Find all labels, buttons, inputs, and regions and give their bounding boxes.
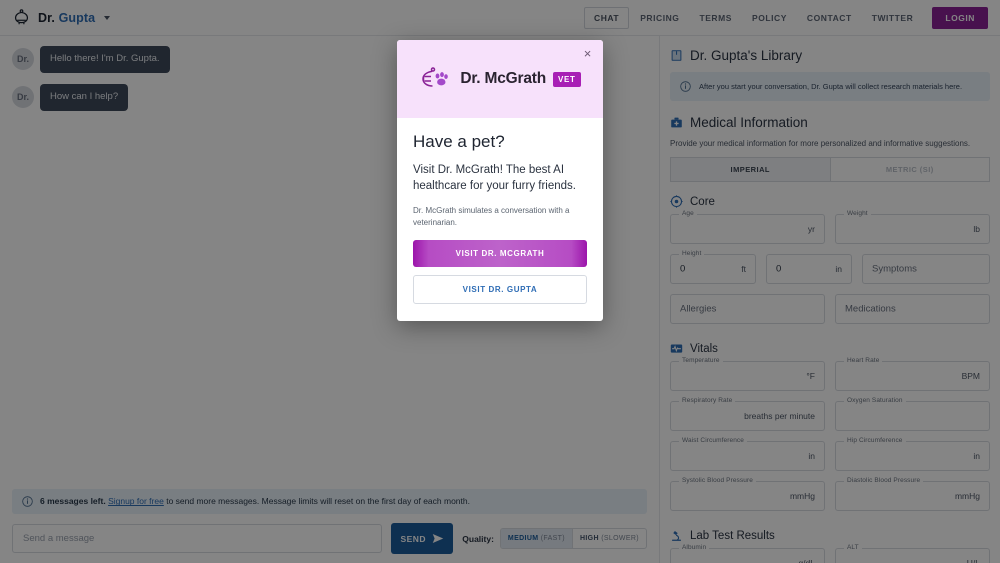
paw-stethoscope-logo-icon (422, 67, 449, 87)
modal-title: Have a pet? (413, 132, 505, 151)
visit-gupta-button[interactable]: VISIT DR. GUPTA (413, 275, 587, 305)
vet-badge: VET (552, 71, 581, 87)
modal-header: × Dr. McGrath VET (397, 40, 603, 118)
modal-body: Have a pet? Visit Dr. McGrath! The best … (397, 118, 603, 321)
modal-lead-text: Visit Dr. McGrath! The best AI healthcar… (413, 164, 576, 192)
promo-modal: × Dr. McGrath VET Have a pet? Visit Dr. … (397, 40, 603, 322)
modal-sub-text: Dr. McGrath simulates a conversation wit… (413, 206, 570, 227)
visit-mcgrath-button[interactable]: VISIT DR. MCGRATH (413, 240, 587, 268)
app-root: Dr. Gupta CHAT PRICING TERMS POLICY CONT… (0, 0, 1000, 563)
close-icon[interactable]: × (581, 47, 594, 60)
modal-brand-name: Dr. McGrath (460, 70, 546, 87)
